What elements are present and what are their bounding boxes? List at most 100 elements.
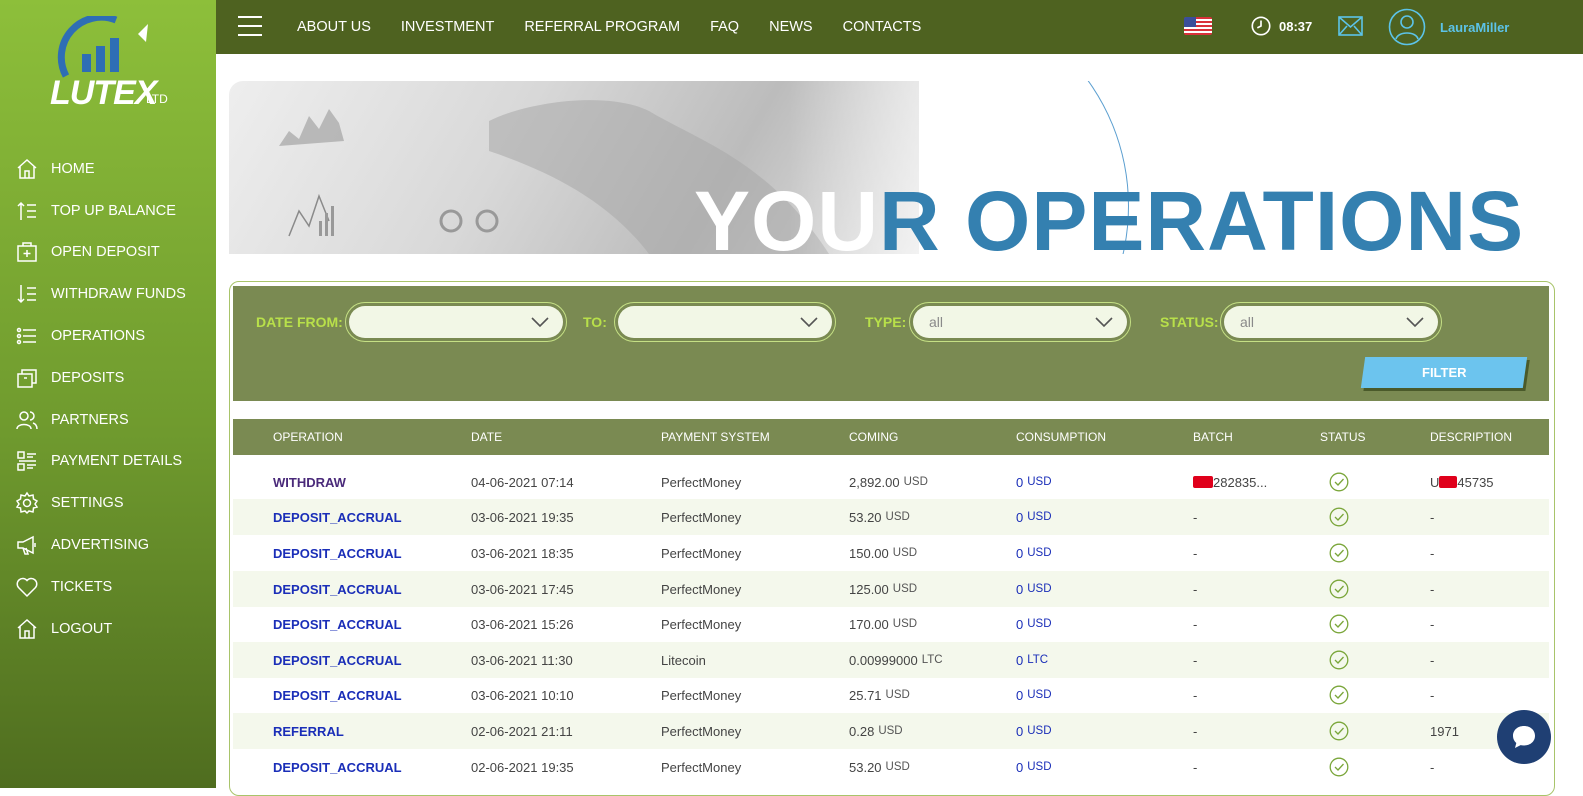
user-menu[interactable]: LauraMiller [1388,8,1509,46]
operation-cell[interactable]: REFERRAL [273,713,344,749]
check-circle-icon [1329,757,1349,777]
type-select[interactable]: all [909,302,1131,342]
sidebar-item-tickets[interactable]: TICKETS [0,566,216,608]
date-cell: 02-06-2021 19:35 [471,759,574,775]
sidebar-item-partners[interactable]: PARTNERS [0,399,216,441]
description-cell: - [1430,509,1435,525]
sidebar-item-open-deposit[interactable]: OPEN DEPOSIT [0,232,216,274]
status-cell [1329,606,1349,642]
sidebar-item-withdraw-funds[interactable]: WITHDRAW FUNDS [0,273,216,315]
chevron-down-icon [531,317,549,328]
sidebar-item-logout[interactable]: LOGOUT [0,608,216,650]
operation-cell[interactable]: DEPOSIT_ACCRUAL [273,535,402,571]
description-cell: 1971 [1430,723,1459,739]
coming-cell: 2,892.00 USD [849,474,928,490]
menu-icon[interactable] [238,16,262,36]
status-select-value: all [1240,314,1255,330]
date-from-select[interactable] [345,302,567,342]
chat-button[interactable] [1497,710,1551,764]
us-flag-icon[interactable] [1184,17,1212,35]
table-row: DEPOSIT_ACCRUAL 03-06-2021 11:30 Litecoi… [233,642,1549,678]
sidebar-item-settings[interactable]: SETTINGS [0,482,216,524]
column-header-batch: BATCH [1193,430,1233,444]
consumption-cell: 0 USD [1016,545,1052,561]
date-cell: 03-06-2021 18:35 [471,545,574,561]
home-icon [14,156,40,182]
sidebar-item-home[interactable]: HOME [0,148,216,190]
payment-system-cell: PerfectMoney [661,723,742,739]
partners-icon [14,407,40,433]
sidebar-nav: HOME TOP UP BALANCE OPEN DEPOSIT WITHDRA… [0,148,216,650]
payment-system-cell: PerfectMoney [661,581,742,597]
sidebar-item-label: SETTINGS [51,495,124,512]
check-circle-icon [1329,650,1349,670]
status-select[interactable]: all [1220,302,1442,342]
operation-cell[interactable]: WITHDRAW [273,464,346,500]
status-cell [1329,499,1349,535]
nav-referral-program[interactable]: REFERRAL PROGRAM [524,19,680,35]
column-header-consumption: CONSUMPTION [1016,430,1106,444]
sidebar-item-deposits[interactable]: DEPOSITS [0,357,216,399]
status-cell [1329,535,1349,571]
table-row: DEPOSIT_ACCRUAL 03-06-2021 17:45 Perfect… [233,571,1549,607]
sidebar-item-label: LOGOUT [51,620,113,637]
consumption-cell: 0 USD [1016,759,1052,775]
status-cell [1329,713,1349,749]
operation-cell[interactable]: DEPOSIT_ACCRUAL [273,749,402,785]
top-up-icon [14,198,40,224]
filter-button[interactable]: FILTER [1360,357,1528,388]
date-cell: 04-06-2021 07:14 [471,474,574,490]
redaction-mark [1439,476,1458,488]
nav-about-us[interactable]: ABOUT US [297,19,371,35]
chevron-down-icon [800,317,818,328]
description-cell: - [1430,687,1435,703]
sidebar-item-label: WITHDRAW FUNDS [51,286,186,303]
status-cell [1329,642,1349,678]
coming-cell: 0.00999000 LTC [849,652,943,668]
logout-icon [14,616,40,642]
sidebar-item-top-up-balance[interactable]: TOP UP BALANCE [0,190,216,232]
chat-bubble-icon [1513,726,1535,748]
payment-system-cell: PerfectMoney [661,687,742,703]
column-header-status: STATUS [1320,430,1366,444]
sidebar-item-operations[interactable]: OPERATIONS [0,315,216,357]
table-row: DEPOSIT_ACCRUAL 03-06-2021 10:10 Perfect… [233,677,1549,713]
sidebar-item-label: OPEN DEPOSIT [51,244,160,261]
batch-cell: - [1193,652,1198,668]
table-row: REFERRAL 02-06-2021 21:11 PerfectMoney 0… [233,713,1549,749]
consumption-cell: 0 USD [1016,616,1052,632]
sidebar-item-label: PAYMENT DETAILS [51,453,183,470]
consumption-cell: 0 USD [1016,509,1052,525]
mail-icon[interactable] [1338,16,1363,41]
nav-contacts[interactable]: CONTACTS [843,19,922,35]
clock-time: 08:37 [1279,18,1313,34]
payment-details-icon [14,448,40,474]
sidebar-item-label: TOP UP BALANCE [51,202,176,219]
sidebar-item-advertising[interactable]: ADVERTISING [0,524,216,566]
operation-cell[interactable]: DEPOSIT_ACCRUAL [273,571,402,607]
payment-system-cell: PerfectMoney [661,759,742,775]
sidebar-item-payment-details[interactable]: PAYMENT DETAILS [0,441,216,483]
table-row: DEPOSIT_ACCRUAL 03-06-2021 15:26 Perfect… [233,606,1549,642]
coming-cell: 0.28 USD [849,723,903,739]
check-circle-icon [1329,472,1349,492]
operation-cell[interactable]: DEPOSIT_ACCRUAL [273,642,402,678]
operation-cell[interactable]: DEPOSIT_ACCRUAL [273,677,402,713]
open-deposit-icon [14,239,40,265]
date-cell: 03-06-2021 10:10 [471,687,574,703]
logo[interactable]: LUTEX LTD [46,16,176,116]
column-header-operation: OPERATION [273,430,343,444]
coming-cell: 53.20 USD [849,509,910,525]
nav-investment[interactable]: INVESTMENT [401,19,494,35]
date-to-select[interactable] [614,302,836,342]
batch-cell: - [1193,581,1198,597]
operation-cell[interactable]: DEPOSIT_ACCRUAL [273,499,402,535]
nav-news[interactable]: NEWS [769,19,813,35]
description-cell: - [1430,616,1435,632]
nav-faq[interactable]: FAQ [710,19,739,35]
list-icon [14,323,40,349]
batch-cell: - [1193,545,1198,561]
date-from-label: DATE FROM: [256,314,343,330]
date-cell: 03-06-2021 15:26 [471,616,574,632]
operation-cell[interactable]: DEPOSIT_ACCRUAL [273,606,402,642]
